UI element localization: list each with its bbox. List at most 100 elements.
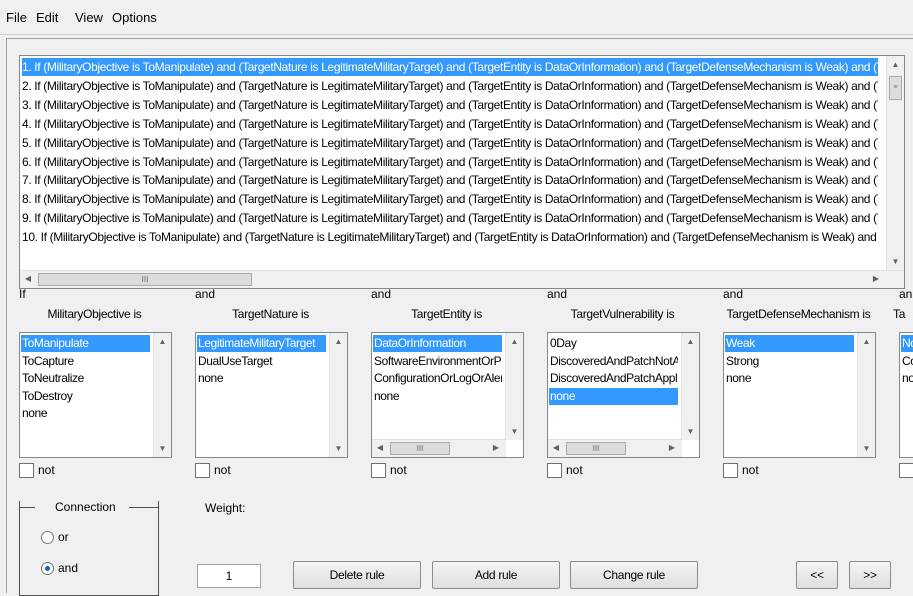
- radio-circle-icon: [41, 562, 54, 575]
- scroll-down-icon[interactable]: ▼: [330, 444, 347, 453]
- option-horizontal-scrollbar[interactable]: ◀ III ▶: [548, 439, 682, 457]
- option-item[interactable]: none: [197, 370, 326, 387]
- option-item[interactable]: 0Day: [549, 335, 678, 352]
- rule-item[interactable]: 3. If (MilitaryObjective is ToManipulate…: [22, 96, 878, 114]
- scroll-up-icon[interactable]: ▲: [887, 60, 904, 69]
- option-item[interactable]: none: [549, 387, 678, 405]
- option-listbox[interactable]: DataOrInformation SoftwareEnvironmentOrPl…: [371, 332, 524, 458]
- scroll-up-icon[interactable]: ▲: [858, 337, 875, 346]
- option-vertical-scrollbar[interactable]: ▲ ▼: [505, 333, 523, 440]
- column-heading: TargetEntity is: [411, 307, 482, 321]
- weight-input[interactable]: 1: [197, 564, 261, 588]
- rule-item[interactable]: 9. If (MilitaryObjective is ToManipulate…: [22, 209, 878, 227]
- option-item[interactable]: ToManipulate: [21, 335, 150, 352]
- option-vertical-scrollbar[interactable]: ▲ ▼: [153, 333, 171, 457]
- option-item[interactable]: Weak: [725, 335, 854, 352]
- not-checkbox-label: not: [390, 463, 407, 477]
- scroll-right-icon[interactable]: ▶: [666, 443, 678, 452]
- option-listbox[interactable]: Weak Strong none ▲ ▼: [723, 332, 876, 458]
- rules-horizontal-scrollbar[interactable]: ◀ III ▶: [20, 270, 904, 288]
- scroll-up-icon[interactable]: ▲: [506, 337, 523, 346]
- option-vertical-scrollbar[interactable]: ▲ ▼: [681, 333, 699, 440]
- column-heading: TargetVulnerability is: [570, 307, 675, 321]
- option-listbox[interactable]: LegitimateMilitaryTarget DualUseTarget non…: [195, 332, 348, 458]
- scroll-grip-icon: III: [416, 444, 424, 453]
- menu-edit[interactable]: Edit: [36, 10, 58, 25]
- option-item[interactable]: DiscoveredAndPatchApplie: [549, 370, 678, 387]
- scroll-left-icon[interactable]: ◀: [550, 443, 562, 452]
- option-hscroll-thumb[interactable]: III: [566, 442, 626, 455]
- scroll-right-icon[interactable]: ▶: [490, 443, 502, 452]
- scroll-down-icon[interactable]: ▼: [858, 444, 875, 453]
- checkbox-icon: [899, 463, 913, 478]
- groupbox-border: [19, 507, 35, 508]
- menu-view[interactable]: View: [75, 10, 103, 25]
- radio-or-label: or: [58, 530, 69, 544]
- scroll-up-icon[interactable]: ▲: [330, 337, 347, 346]
- delete-rule-button[interactable]: Delete rule: [293, 561, 421, 589]
- option-vertical-scrollbar[interactable]: ▲ ▼: [329, 333, 347, 457]
- option-item[interactable]: ToCapture: [21, 353, 150, 370]
- option-item[interactable]: DataOrInformation: [373, 335, 502, 352]
- option-item[interactable]: Strong: [725, 353, 854, 370]
- connection-groupbox: [19, 501, 159, 596]
- scroll-up-icon[interactable]: ▲: [682, 337, 699, 346]
- weight-label: Weight:: [205, 501, 246, 515]
- column-prefix-label: an: [899, 287, 913, 301]
- rules-hscroll-thumb[interactable]: III: [38, 273, 252, 286]
- column-heading: MilitaryObjective is: [47, 307, 142, 321]
- option-item[interactable]: none: [373, 388, 502, 405]
- connection-title: Connection: [49, 500, 122, 514]
- column-prefix-label: and: [723, 287, 744, 301]
- radio-and-label: and: [58, 561, 79, 575]
- rule-item[interactable]: 2. If (MilitaryObjective is ToManipulate…: [22, 77, 878, 95]
- scroll-grip-icon: III: [592, 444, 600, 453]
- option-listbox[interactable]: 0Day DiscoveredAndPatchNotAp DiscoveredAnd…: [547, 332, 700, 458]
- option-hscroll-thumb[interactable]: III: [390, 442, 450, 455]
- rule-item[interactable]: 5. If (MilitaryObjective is ToManipulate…: [22, 134, 878, 152]
- scroll-up-icon[interactable]: ▲: [154, 337, 171, 346]
- option-item[interactable]: No: [901, 335, 913, 352]
- scroll-left-icon[interactable]: ◀: [374, 443, 386, 452]
- option-item[interactable]: ConfigurationOrLogOrAlert: [373, 370, 502, 387]
- checkbox-icon: [371, 463, 386, 478]
- option-listbox[interactable]: NoCono: [899, 332, 913, 458]
- option-listbox[interactable]: ToManipulate ToCapture ToNeutralize ToDestr…: [19, 332, 172, 458]
- option-item[interactable]: no: [901, 370, 913, 387]
- scroll-left-icon[interactable]: ◀: [22, 274, 34, 283]
- next-button[interactable]: >>: [849, 561, 891, 589]
- rule-item[interactable]: 7. If (MilitaryObjective is ToManipulate…: [22, 171, 878, 189]
- option-item[interactable]: ToDestroy: [21, 388, 150, 405]
- rules-vscroll-thumb[interactable]: ≡: [889, 76, 902, 100]
- option-item[interactable]: none: [21, 405, 150, 422]
- option-item[interactable]: none: [725, 370, 854, 387]
- rule-item[interactable]: 1. If (MilitaryObjective is ToManipulate…: [22, 58, 878, 76]
- rules-listbox[interactable]: 1. If (MilitaryObjective is ToManipulate…: [19, 55, 905, 289]
- scroll-down-icon[interactable]: ▼: [682, 427, 699, 436]
- column-heading: TargetNature is: [232, 307, 309, 321]
- option-item[interactable]: LegitimateMilitaryTarget: [197, 335, 326, 352]
- add-rule-button[interactable]: Add rule: [432, 561, 560, 589]
- scroll-down-icon[interactable]: ▼: [154, 444, 171, 453]
- groupbox-border: [129, 507, 158, 508]
- menu-options[interactable]: Options: [112, 10, 157, 25]
- option-item[interactable]: SoftwareEnvironmentOrPlat: [373, 353, 502, 370]
- scroll-down-icon[interactable]: ▼: [887, 257, 904, 266]
- previous-button[interactable]: <<: [796, 561, 838, 589]
- option-item[interactable]: DualUseTarget: [197, 353, 326, 370]
- rule-item[interactable]: 8. If (MilitaryObjective is ToManipulate…: [22, 190, 878, 208]
- option-vertical-scrollbar[interactable]: ▲ ▼: [857, 333, 875, 457]
- rule-item[interactable]: 6. If (MilitaryObjective is ToManipulate…: [22, 153, 878, 171]
- scroll-right-icon[interactable]: ▶: [870, 274, 882, 283]
- scroll-down-icon[interactable]: ▼: [506, 427, 523, 436]
- option-item[interactable]: DiscoveredAndPatchNotAp: [549, 353, 678, 370]
- rule-item[interactable]: 4. If (MilitaryObjective is ToManipulate…: [22, 115, 878, 133]
- change-rule-button[interactable]: Change rule: [570, 561, 698, 589]
- menu-file[interactable]: File: [6, 10, 27, 25]
- option-item[interactable]: ToNeutralize: [21, 370, 150, 387]
- option-item[interactable]: Co: [901, 353, 913, 370]
- option-horizontal-scrollbar[interactable]: ◀ III ▶: [372, 439, 506, 457]
- rule-item[interactable]: 10. If (MilitaryObjective is ToManipulat…: [22, 228, 878, 246]
- column-prefix-label: If: [19, 287, 26, 301]
- rules-vertical-scrollbar[interactable]: ▲ ≡ ▼: [886, 56, 904, 270]
